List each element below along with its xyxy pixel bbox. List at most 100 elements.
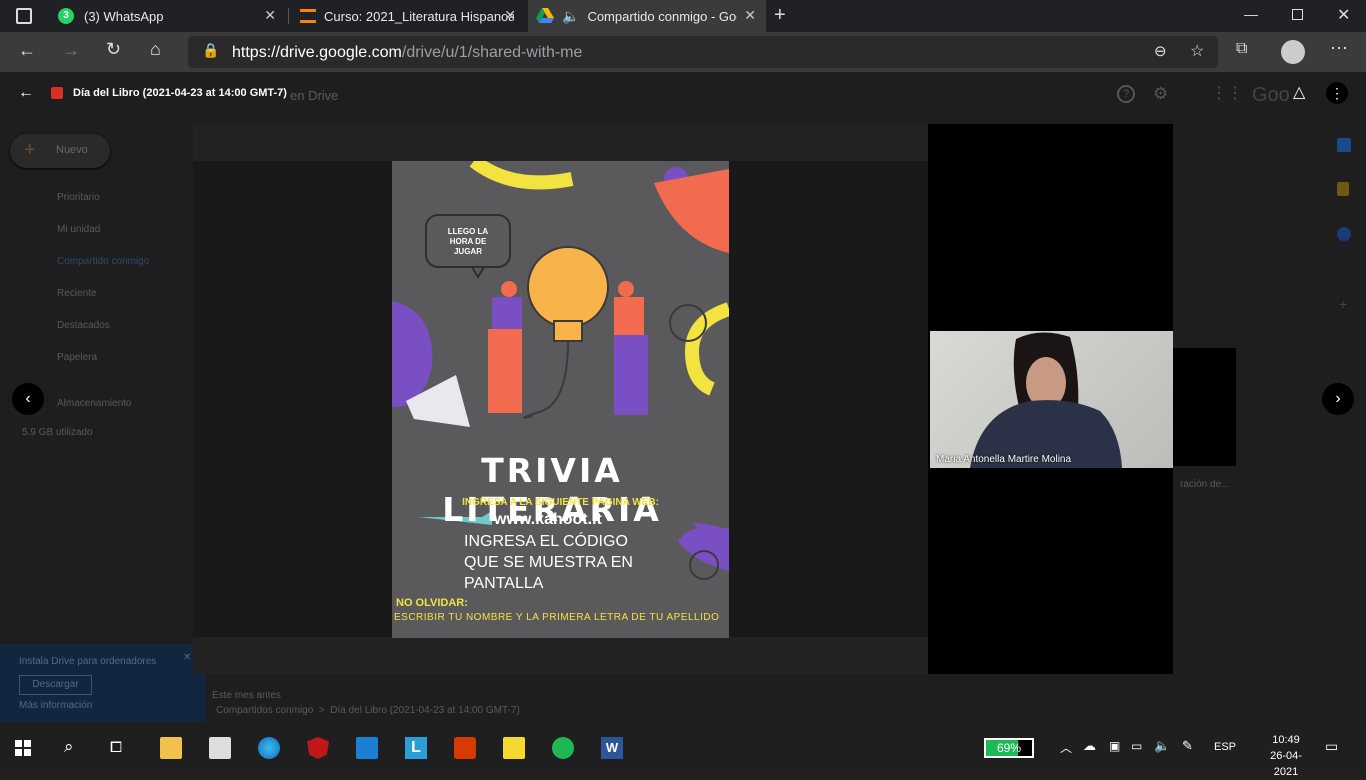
close-tab-icon[interactable]: ✕	[744, 7, 756, 24]
tab-whatsapp[interactable]: 3 (3) WhatsApp ✕	[48, 0, 286, 32]
home-icon[interactable]: ⌂	[150, 39, 161, 60]
add-addon-icon[interactable]: +	[1339, 296, 1347, 312]
prev-file-button[interactable]: ‹	[12, 383, 44, 415]
help-icon[interactable]: ?	[1117, 85, 1135, 103]
poster-code-text: INGRESA EL CÓDIGO QUE SE MUESTRA EN PANT…	[464, 533, 633, 592]
hidden-icons-chevron-icon[interactable]: ︿	[1060, 739, 1072, 756]
calendar-side-icon[interactable]	[1337, 138, 1351, 152]
url-host: https://drive.google.com	[232, 44, 402, 61]
poster-reminder-title: NO OLVIDAR:	[396, 597, 468, 609]
sidebar-item-prioritario[interactable]: Prioritario	[57, 192, 100, 203]
windows-start-icon[interactable]	[15, 740, 31, 756]
download-button[interactable]: Descargar	[19, 675, 92, 695]
tab-drive[interactable]: 🔈 Compartido conmigo - Goo ✕	[528, 0, 766, 32]
sticky-notes-icon[interactable]	[503, 737, 525, 759]
task-view-icon[interactable]: ⧠	[110, 739, 122, 756]
install-title: Instala Drive para ordenadores	[19, 656, 157, 667]
clock[interactable]: 10:49 26-04-2021	[1262, 732, 1310, 780]
install-close-icon[interactable]: ✕	[183, 652, 191, 663]
lock-icon[interactable]: 🔒	[202, 42, 219, 59]
tab-actions-icon[interactable]	[16, 8, 32, 24]
keep-side-icon[interactable]	[1337, 182, 1349, 196]
back-arrow-icon[interactable]: ←	[18, 84, 34, 102]
viewer-more-icon[interactable]: ⋮	[1326, 82, 1348, 104]
viewer-header: ← Día del Libro (2021-04-23 at 14:00 GMT…	[0, 72, 1366, 116]
file-caption: ración de...	[1180, 479, 1230, 490]
google-drive-icon	[536, 8, 554, 23]
address-bar[interactable]: 🔒 https://drive.google.com/drive/u/1/sha…	[188, 36, 1218, 68]
address-toolbar: ← → ↻ ⌂ 🔒 https://drive.google.com/drive…	[0, 32, 1366, 72]
spotify-icon[interactable]	[552, 737, 574, 759]
new-tab-button[interactable]: +	[774, 4, 786, 27]
breadcrumb-root[interactable]: Compartidos conmigo	[216, 705, 313, 716]
install-drive-banner: Instala Drive para ordenadores ✕ Descarg…	[0, 644, 205, 722]
breadcrumb-item[interactable]: Día del Libro (2021-04-23 at 14:00 GMT-7…	[330, 705, 520, 716]
trivia-poster: LLEGO LA HORA DE JUGAR TRIVIA LITERARIA …	[392, 161, 729, 638]
file-explorer-icon[interactable]	[160, 737, 182, 759]
zoom-icon[interactable]: ⊖	[1154, 42, 1167, 60]
more-menu-icon[interactable]: ⋯	[1330, 38, 1348, 59]
tasks-side-icon[interactable]	[1337, 227, 1351, 241]
add-to-drive-icon[interactable]: △	[1293, 82, 1305, 102]
tab-title: (3) WhatsApp	[84, 8, 164, 24]
office-icon[interactable]	[454, 737, 476, 759]
cloud-sync-icon[interactable]: ☁	[1083, 738, 1096, 754]
forward-icon[interactable]: →	[62, 40, 80, 61]
language-indicator[interactable]: ESP	[1214, 741, 1236, 753]
poster-website: www.kahoot.it	[494, 511, 602, 528]
profile-avatar[interactable]	[1281, 40, 1305, 64]
sidebar-item-almacenamiento[interactable]: Almacenamiento	[57, 398, 131, 409]
sidebar-item-compartido[interactable]: Compartido conmigo	[57, 256, 149, 267]
search-icon[interactable]: ⌕	[64, 737, 74, 757]
url-path: /drive/u/1/shared-with-me	[401, 44, 583, 61]
participant-video[interactable]: Maria Antonella Martire Molina	[930, 331, 1173, 468]
store-icon[interactable]	[209, 737, 231, 759]
breadcrumb: Compartidos conmigo > Día del Libro (202…	[216, 705, 520, 716]
participant-name: Maria Antonella Martire Molina	[936, 454, 1072, 465]
close-tab-icon[interactable]: ✕	[264, 7, 276, 24]
sidebar-item-reciente[interactable]: Reciente	[57, 288, 96, 299]
close-window-button[interactable]: ✕	[1337, 5, 1350, 25]
minimize-button[interactable]: —	[1244, 6, 1258, 22]
battery-indicator[interactable]: 69%	[984, 738, 1034, 758]
mail-icon[interactable]	[356, 737, 378, 759]
mcafee-icon[interactable]	[307, 737, 329, 759]
edge-icon[interactable]	[258, 737, 280, 759]
calendar-file-icon	[51, 87, 63, 99]
chevron-right-icon: ›	[1335, 390, 1341, 407]
tab-title: Curso: 2021_Literatura Hispanoam	[324, 8, 514, 24]
tab-title: Compartido conmigo - Goo	[587, 8, 738, 24]
speaker-icon[interactable]: 🔈	[562, 8, 579, 25]
favorite-icon[interactable]: ☆	[1190, 41, 1204, 61]
sidebar-item-mi-unidad[interactable]: Mi unidad	[57, 224, 100, 235]
maximize-button[interactable]	[1292, 9, 1303, 20]
battery-tray-icon[interactable]: ▭	[1131, 739, 1142, 753]
sidebar-item-destacados[interactable]: Destacados	[57, 320, 110, 331]
close-tab-icon[interactable]: ✕	[504, 7, 516, 24]
apps-icon[interactable]: ⋮⋮	[1211, 83, 1243, 103]
tab-curso[interactable]: Curso: 2021_Literatura Hispanoam ✕	[290, 0, 526, 32]
refresh-icon[interactable]: ↻	[106, 39, 121, 60]
settings-icon[interactable]: ⚙	[1153, 84, 1168, 104]
notifications-icon[interactable]: ▭	[1325, 738, 1338, 755]
windows-taskbar: ⌕ ⧠ L W 69% ︿ ☁ ▣ ▭ 🔈 ✎ ESP 10:49 26-04-…	[0, 728, 1366, 778]
volume-icon[interactable]: 🔈	[1154, 738, 1170, 754]
new-button[interactable]: + Nuevo	[10, 134, 110, 168]
next-file-button[interactable]: ›	[1322, 383, 1354, 415]
storage-used: 5.9 GB utilizado	[22, 427, 93, 438]
sidebar-item-papelera[interactable]: Papelera	[57, 352, 97, 363]
chevron-left-icon: ‹	[25, 390, 31, 407]
speech-bubble-text: LLEGO LA HORA DE JUGAR	[447, 227, 489, 256]
lexibook-icon[interactable]: L	[405, 737, 427, 759]
more-info-link[interactable]: Más información	[19, 700, 92, 711]
clock-time: 10:49	[1272, 734, 1300, 746]
collections-icon[interactable]: ⧉	[1236, 40, 1247, 58]
clock-date: 26-04-2021	[1270, 750, 1302, 778]
word-icon[interactable]: W	[601, 737, 623, 759]
meet-now-icon[interactable]: ▣	[1109, 739, 1120, 753]
pen-icon[interactable]: ✎	[1182, 738, 1193, 754]
poster-reminder-text: ESCRIBIR TU NOMBRE Y LA PRIMERA LETRA DE…	[394, 612, 720, 623]
file-thumbnail[interactable]	[1173, 348, 1236, 466]
back-icon[interactable]: ←	[18, 40, 36, 61]
new-label: Nuevo	[56, 144, 88, 156]
